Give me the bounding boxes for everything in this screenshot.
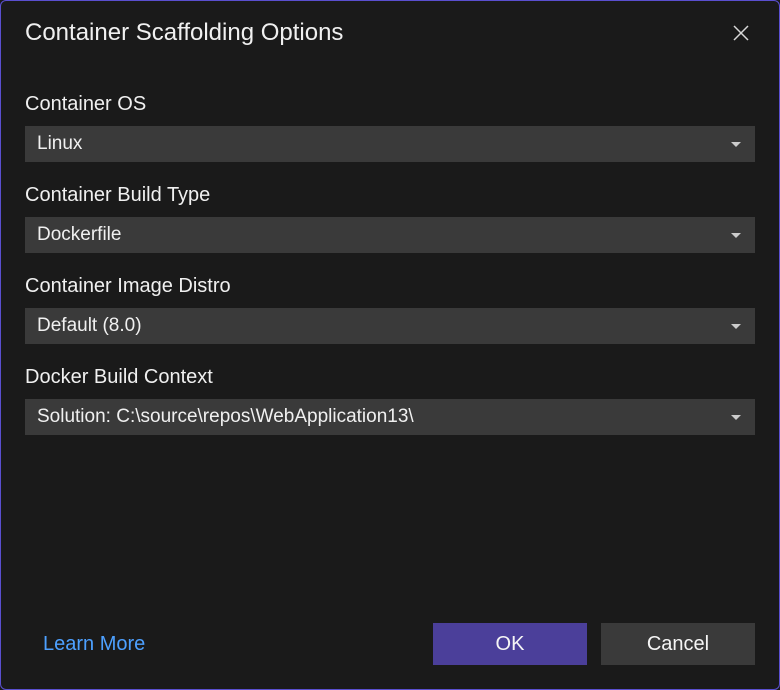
close-button[interactable] (727, 19, 755, 47)
field-build-type: Container Build Type Dockerfile (25, 184, 755, 253)
image-distro-select[interactable]: Default (8.0) (25, 308, 755, 344)
chevron-down-icon (731, 142, 741, 147)
image-distro-value: Default (8.0) (37, 315, 142, 337)
chevron-down-icon (731, 415, 741, 420)
close-icon (732, 24, 750, 42)
cancel-button[interactable]: Cancel (601, 623, 755, 665)
container-os-select[interactable]: Linux (25, 126, 755, 162)
field-container-os: Container OS Linux (25, 93, 755, 162)
titlebar: Container Scaffolding Options (1, 1, 779, 59)
chevron-down-icon (731, 324, 741, 329)
build-context-value: Solution: C:\source\repos\WebApplication… (37, 406, 414, 428)
dialog-title: Container Scaffolding Options (25, 19, 343, 47)
content-area: Container OS Linux Container Build Type … (1, 59, 779, 603)
ok-button[interactable]: OK (433, 623, 587, 665)
footer: Learn More OK Cancel (1, 603, 779, 689)
container-os-value: Linux (37, 133, 82, 155)
build-context-select[interactable]: Solution: C:\source\repos\WebApplication… (25, 399, 755, 435)
learn-more-link[interactable]: Learn More (43, 633, 145, 656)
container-os-label: Container OS (25, 93, 755, 116)
build-type-value: Dockerfile (37, 224, 121, 246)
build-context-label: Docker Build Context (25, 366, 755, 389)
chevron-down-icon (731, 233, 741, 238)
build-type-select[interactable]: Dockerfile (25, 217, 755, 253)
image-distro-label: Container Image Distro (25, 275, 755, 298)
field-build-context: Docker Build Context Solution: C:\source… (25, 366, 755, 435)
field-image-distro: Container Image Distro Default (8.0) (25, 275, 755, 344)
build-type-label: Container Build Type (25, 184, 755, 207)
